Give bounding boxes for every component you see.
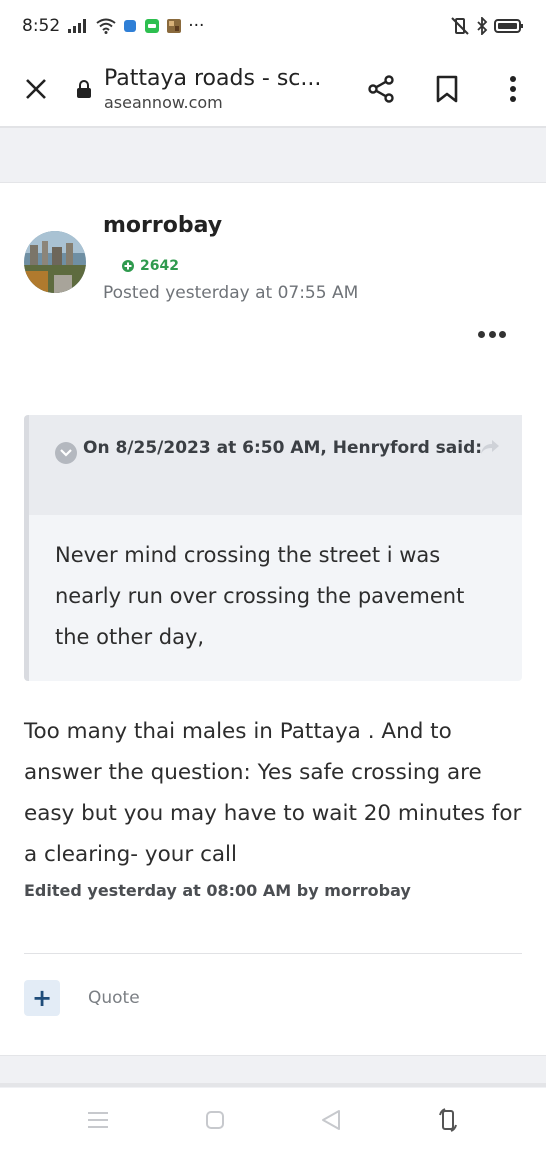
post-options-button[interactable]	[478, 325, 506, 343]
gallery-app-icon	[167, 19, 182, 33]
share-icon	[368, 75, 394, 103]
home-button[interactable]	[185, 1090, 245, 1150]
page-url: aseannow.com	[104, 93, 223, 112]
home-square-icon	[205, 1111, 224, 1129]
status-time: 8:52	[22, 16, 61, 36]
status-bar: 8:52 ···	[0, 0, 546, 52]
dot-icon	[488, 330, 496, 338]
status-icons-right	[450, 17, 524, 35]
chevron-down-icon	[55, 442, 77, 464]
reputation-badge[interactable]: 2642	[121, 258, 179, 274]
system-nav-bar	[0, 1088, 546, 1152]
plus-circle-icon	[122, 260, 134, 272]
quoted-post: On 8/25/2023 at 6:50 AM, Henryford said:…	[24, 415, 522, 681]
status-icons-left: ···	[68, 16, 204, 36]
line-app-icon	[145, 19, 160, 33]
quote-header[interactable]: On 8/25/2023 at 6:50 AM, Henryford said:	[29, 415, 522, 515]
dot-icon	[499, 330, 506, 338]
close-icon	[26, 79, 46, 99]
avatar[interactable]	[24, 231, 86, 293]
bookmark-icon	[436, 75, 458, 103]
quote-citation: On 8/25/2023 at 6:50 AM, Henryford said:	[55, 433, 494, 464]
rotate-button[interactable]	[418, 1090, 478, 1150]
multiquote-button[interactable]: +	[24, 980, 60, 1016]
avatar-image	[24, 231, 86, 293]
bookmark-button[interactable]	[414, 51, 480, 127]
post-content: Too many thai males in Pattaya . And to …	[24, 719, 522, 867]
quote-button[interactable]: Quote	[88, 988, 140, 1008]
post-card: morrobay 2642 Posted yesterday at 07:55 …	[0, 182, 546, 1056]
author-name[interactable]: morrobay	[103, 213, 222, 238]
quote-text: Never mind crossing the street i was nea…	[55, 543, 465, 649]
lock-icon	[77, 80, 91, 98]
divider	[24, 953, 522, 954]
bluetooth-icon	[477, 17, 488, 35]
back-button[interactable]	[301, 1090, 361, 1150]
back-triangle-icon	[322, 1110, 341, 1130]
app-notification-icon	[124, 20, 137, 32]
dot-icon	[478, 330, 485, 338]
share-button[interactable]	[348, 51, 414, 127]
page-title-block[interactable]: Pattaya roads - sc... aseannow.com	[104, 66, 348, 112]
close-button[interactable]	[0, 51, 72, 127]
quote-citation-text: On 8/25/2023 at 6:50 AM, Henryford said:	[83, 438, 483, 458]
go-to-quoted-post-icon[interactable]	[480, 439, 500, 459]
secure-connection[interactable]	[72, 79, 96, 99]
more-notifications-dots: ···	[188, 16, 205, 36]
browser-toolbar: Pattaya roads - sc... aseannow.com	[0, 52, 546, 128]
wifi-icon	[96, 18, 116, 34]
signal-icon	[68, 19, 87, 33]
post-timestamp[interactable]: Posted yesterday at 07:55 AM	[103, 283, 358, 303]
more-vertical-icon	[510, 76, 516, 102]
reputation-count: 2642	[140, 258, 179, 274]
edited-note: Edited yesterday at 08:00 AM by morrobay	[24, 881, 411, 900]
rotate-screen-icon	[438, 1108, 457, 1132]
battery-icon	[494, 19, 523, 33]
recents-button[interactable]	[68, 1090, 128, 1150]
next-post-edge	[0, 1083, 546, 1087]
menu-icon	[88, 1112, 109, 1128]
more-options-button[interactable]	[480, 51, 546, 127]
vibrate-off-icon	[451, 17, 469, 35]
page-title: Pattaya roads - sc...	[104, 66, 322, 91]
